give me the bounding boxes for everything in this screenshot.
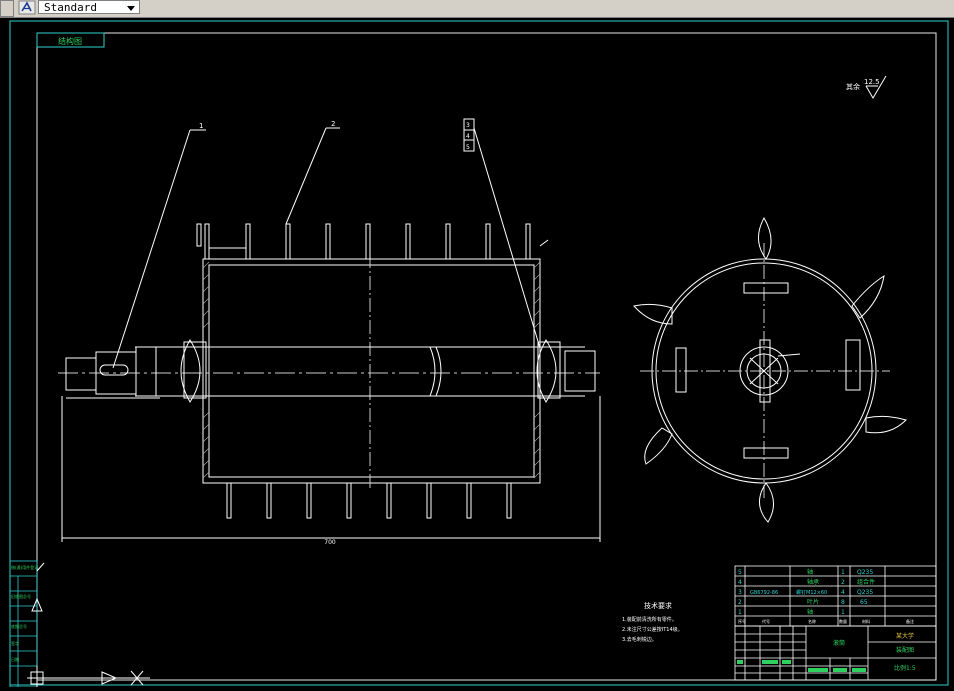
bom-header-no: 序号	[738, 618, 746, 624]
bom-row-4-no: 2	[738, 599, 742, 606]
bom-row-2-qty: 2	[841, 579, 845, 586]
bom-header-code: 代号	[762, 618, 770, 624]
bom-header-mat: 材料	[862, 618, 870, 624]
bom-header-note: 备注	[906, 618, 914, 624]
bom-row-3-qty: 4	[841, 589, 845, 596]
title-drawing-no: 比例1:5	[894, 664, 916, 672]
title-sheet-no: 装配图	[896, 646, 914, 654]
bom-row-4-qty: 8	[841, 599, 845, 606]
side-view	[633, 216, 907, 523]
text-style-select[interactable]: Standard	[38, 0, 140, 14]
bom-row-4-name: 叶片	[807, 598, 819, 606]
sheet-inner-border	[36, 32, 937, 681]
overall-length-dim: 700	[324, 539, 336, 546]
tech-note-2: 2.未注尺寸公差按IT14级。	[622, 626, 683, 633]
drawing-canvas[interactable]: 结构图 其余 12.5 700 1 2 3 4 5 技术要求 1.装配前清洗所有…	[0, 18, 954, 688]
bom-row-3-code: GB6792-86	[750, 590, 778, 596]
stamp-1: 借(通)用件登记	[11, 564, 38, 570]
title-drawing-name: 滚筒	[833, 639, 845, 647]
balloon-5: 5	[466, 144, 470, 151]
bom-row-1-qty: 1	[841, 569, 845, 576]
stamp-2: 旧底图总号	[11, 593, 31, 599]
bom-row-3-mat: Q235	[857, 589, 873, 596]
bom-header-name: 名称	[808, 618, 816, 624]
bom-row-1-name: 轴	[807, 568, 813, 576]
balloon-3: 3	[466, 122, 470, 129]
bom-row-5-name: 轴	[807, 608, 813, 616]
balloon-4: 4	[466, 133, 470, 140]
bom-row-2-no: 4	[738, 579, 742, 586]
bom-row-4-mat: 65	[860, 599, 868, 606]
bom-row-1-no: 5	[738, 569, 742, 576]
front-view	[58, 223, 601, 542]
chevron-down-icon[interactable]	[127, 6, 135, 11]
tech-note-3: 3.去毛刺锐边。	[622, 636, 657, 643]
balloon-1: 1	[199, 122, 203, 130]
roughness-prefix: 其余	[846, 82, 860, 91]
sheet-label: 结构图	[58, 36, 82, 46]
bom-row-5-qty: 1	[841, 609, 845, 616]
tech-title: 技术要求	[644, 601, 672, 610]
cad-drawing[interactable]: 结构图 其余 12.5 700 1 2 3 4 5 技术要求 1.装配前清洗所有…	[0, 18, 954, 688]
bom-row-3-name: 螺钉M12×60	[796, 589, 827, 596]
bom-table	[734, 565, 937, 627]
stamp-4: 签字	[11, 640, 19, 646]
stamp-5: 日期	[11, 656, 19, 662]
properties-toolbar: Standard	[0, 0, 954, 18]
balloon-2: 2	[331, 120, 335, 128]
ucs-origin-icon	[27, 666, 150, 687]
bom-row-1-mat: Q235	[857, 569, 873, 576]
tech-note-1: 1.装配前清洗所有零件。	[622, 616, 677, 623]
text-style-icon[interactable]	[18, 0, 36, 15]
title-school: 某大学	[896, 632, 914, 640]
ucs-icon	[31, 562, 45, 612]
bom-row-2-mat: 组合件	[857, 578, 875, 586]
stamp-3: 底图总号	[11, 623, 27, 629]
bom-header-qty: 数量	[839, 618, 847, 624]
bom-row-5-no: 1	[738, 609, 742, 616]
bom-row-3-no: 3	[738, 589, 742, 596]
text-style-value: Standard	[44, 1, 97, 14]
bom-row-2-name: 轴承	[807, 578, 819, 586]
roughness-value: 12.5	[864, 78, 880, 86]
toolbar-left-button[interactable]	[0, 0, 14, 17]
